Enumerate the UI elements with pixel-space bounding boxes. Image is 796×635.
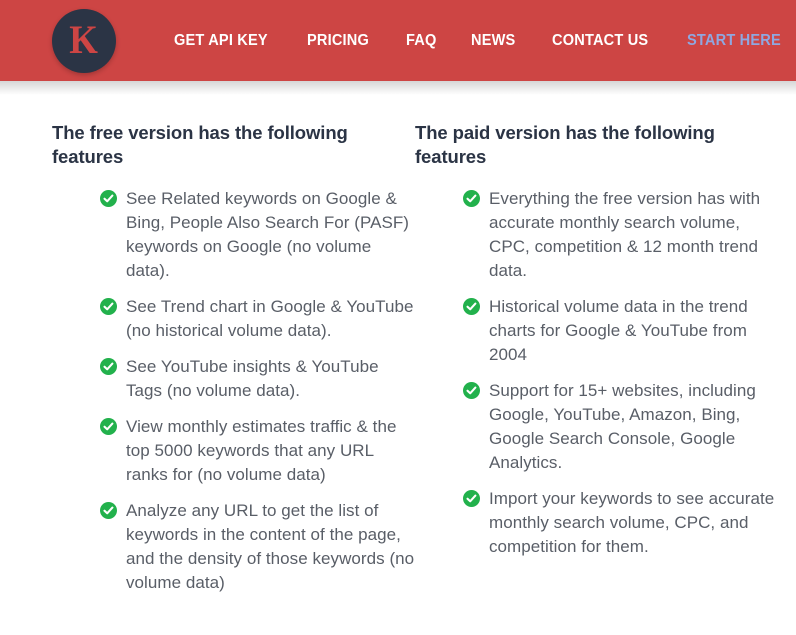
site-header: K GET API KEY PRICING FAQ NEWS CONTACT U… [0, 0, 796, 95]
list-item: Import your keywords to see accurate mon… [463, 487, 778, 559]
list-item: Analyze any URL to get the list of keywo… [100, 499, 415, 595]
site-logo[interactable]: K [52, 9, 116, 73]
list-item: See YouTube insights & YouTube Tags (no … [100, 355, 415, 403]
nav-link-faq[interactable]: FAQ [406, 26, 437, 56]
list-item-text: See YouTube insights & YouTube Tags (no … [126, 357, 379, 400]
list-item: View monthly estimates traffic & the top… [100, 415, 415, 487]
free-version-column: The free version has the following featu… [52, 121, 415, 607]
nav-link-contact-us[interactable]: CONTACT US [552, 26, 648, 56]
list-item: See Trend chart in Google & YouTube (no … [100, 295, 415, 343]
check-circle-icon [100, 298, 117, 315]
check-circle-icon [100, 358, 117, 375]
list-item-text: See Related keywords on Google & Bing, P… [126, 189, 410, 280]
list-item-text: Historical volume data in the trend char… [489, 297, 748, 364]
list-item-text: Everything the free version has with acc… [489, 189, 761, 280]
check-circle-icon [463, 382, 480, 399]
free-version-heading: The free version has the following featu… [52, 122, 348, 167]
list-item: Historical volume data in the trend char… [463, 295, 778, 367]
paid-version-feature-list: Everything the free version has with acc… [415, 187, 778, 559]
check-circle-icon [100, 418, 117, 435]
page-content: The free version has the following featu… [0, 81, 796, 607]
nav-link-pricing[interactable]: PRICING [307, 26, 369, 56]
check-circle-icon [100, 190, 117, 207]
paid-version-heading: The paid version has the following featu… [415, 122, 715, 167]
list-item-text: Analyze any URL to get the list of keywo… [126, 501, 415, 592]
main-navigation: GET API KEY PRICING FAQ NEWS CONTACT US … [174, 26, 787, 56]
check-circle-icon [463, 490, 480, 507]
list-item-text: Support for 15+ websites, including Goog… [489, 381, 756, 472]
list-item-text: View monthly estimates traffic & the top… [126, 417, 397, 484]
list-item: See Related keywords on Google & Bing, P… [100, 187, 415, 283]
list-item: Everything the free version has with acc… [463, 187, 778, 283]
list-item-text: See Trend chart in Google & YouTube (no … [126, 297, 414, 340]
check-circle-icon [463, 190, 480, 207]
list-item-text: Import your keywords to see accurate mon… [489, 489, 775, 556]
free-version-feature-list: See Related keywords on Google & Bing, P… [52, 187, 415, 595]
logo-letter-k: K [69, 17, 99, 62]
paid-version-column: The paid version has the following featu… [415, 121, 778, 607]
check-circle-icon [463, 298, 480, 315]
nav-link-start-here[interactable]: START HERE [687, 26, 781, 56]
nav-link-news[interactable]: NEWS [471, 26, 515, 56]
check-circle-icon [100, 502, 117, 519]
list-item: Support for 15+ websites, including Goog… [463, 379, 778, 475]
nav-link-get-api-key[interactable]: GET API KEY [174, 26, 268, 56]
